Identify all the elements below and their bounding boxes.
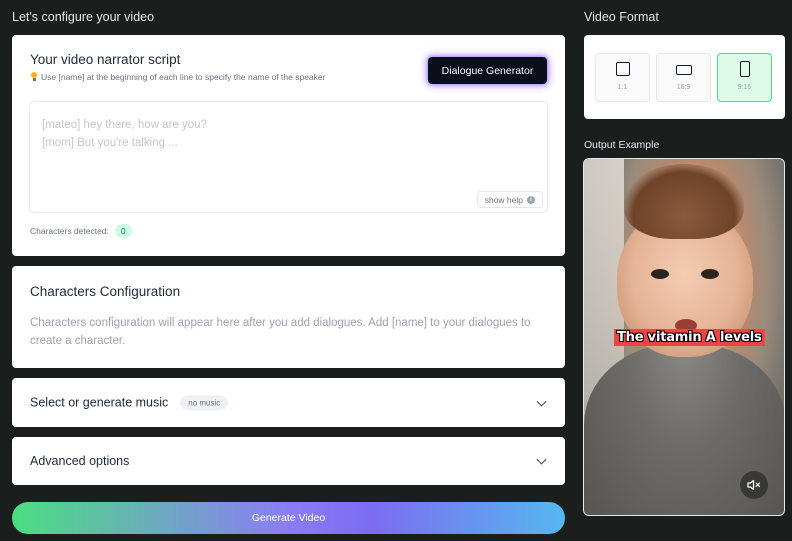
speaker-muted-icon: [747, 479, 761, 491]
music-row: Select or generate music no music: [30, 395, 229, 410]
show-help-button[interactable]: show help i: [476, 191, 543, 208]
info-icon: i: [527, 195, 535, 204]
script-hint: Use [name] at the beginning of each line…: [30, 72, 325, 82]
video-format-title: Video Format: [584, 10, 659, 24]
eye: [651, 269, 669, 279]
eye: [701, 269, 719, 279]
landscape-icon: [676, 65, 692, 75]
lightbulb-icon: [30, 72, 38, 82]
script-textarea[interactable]: [mateo] hey there, how are you? [mom] Bu…: [29, 101, 548, 213]
square-icon: [616, 62, 630, 76]
characters-config-card: Characters Configuration Characters conf…: [12, 266, 565, 368]
chevron-down-icon[interactable]: [536, 454, 547, 465]
generate-video-button[interactable]: Generate Video: [12, 502, 565, 534]
format-option-1-1[interactable]: 1:1: [595, 53, 650, 102]
music-label: Select or generate music: [30, 395, 169, 410]
configure-title: Let's configure your video: [12, 10, 155, 24]
chevron-down-icon[interactable]: [536, 396, 547, 407]
output-example-title: Output Example: [584, 139, 660, 151]
advanced-options-label: Advanced options: [30, 454, 130, 468]
mute-button[interactable]: [740, 471, 768, 499]
music-accordion[interactable]: Select or generate music no music: [12, 378, 565, 427]
video-caption: The vitamin A levels: [614, 329, 765, 346]
portrait-icon: [740, 61, 750, 77]
characters-detected-label: Characters detected:: [30, 226, 109, 236]
output-example-video[interactable]: The vitamin A levels: [583, 158, 785, 516]
format-option-16-9[interactable]: 16:9: [656, 53, 711, 102]
show-help-label: show help: [484, 194, 523, 205]
script-hint-text: Use [name] at the beginning of each line…: [41, 72, 326, 82]
narrator-script-heading: Your video narrator script: [30, 52, 181, 67]
format-label: 9:16: [737, 84, 752, 91]
characters-config-description: Characters configuration will appear her…: [30, 317, 531, 347]
characters-detected: Characters detected: 0: [30, 224, 132, 238]
dialogue-generator-button[interactable]: Dialogue Generator: [428, 57, 547, 84]
format-label: 16:9: [676, 84, 691, 91]
baby-hair: [624, 164, 744, 239]
characters-count-badge: 0: [114, 224, 132, 238]
video-format-card: 1:1 16:9 9:16: [584, 35, 785, 119]
format-option-9-16[interactable]: 9:16: [717, 53, 772, 102]
characters-config-heading: Characters Configuration: [30, 284, 181, 299]
placeholder-line-1: [mateo] hey there, how are you?: [42, 119, 207, 131]
music-status-badge: no music: [180, 395, 229, 410]
narrator-script-card: Your video narrator script Use [name] at…: [12, 35, 565, 256]
advanced-row: Advanced options: [30, 454, 129, 468]
placeholder-line-2: [mom] But you're talking ...: [42, 137, 178, 149]
advanced-options-accordion[interactable]: Advanced options: [12, 437, 565, 485]
format-label: 1:1: [617, 84, 628, 91]
